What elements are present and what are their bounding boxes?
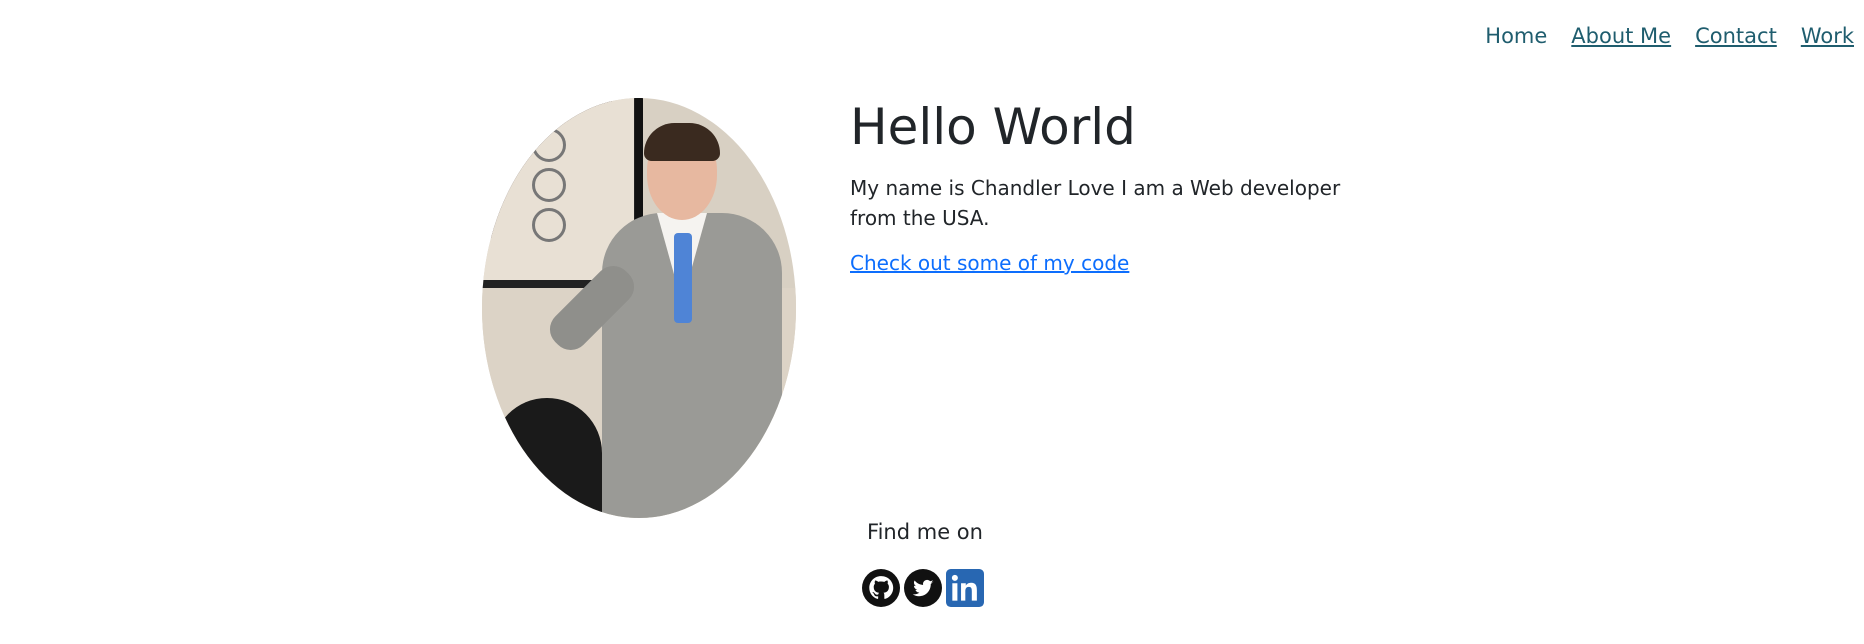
nav-item-contact[interactable]: Contact xyxy=(1695,24,1777,48)
find-me-label: Find me on xyxy=(867,520,983,544)
page: Home About Me Contact Work Hello World M… xyxy=(0,0,1864,644)
nav-item-home[interactable]: Home xyxy=(1485,24,1547,48)
profile-photo xyxy=(482,98,796,518)
top-nav: Home About Me Contact Work xyxy=(1485,24,1854,48)
social-links xyxy=(862,569,984,607)
nav-item-work[interactable]: Work xyxy=(1801,24,1854,48)
intro-description: My name is Chandler Love I am a Web deve… xyxy=(850,176,1341,230)
github-icon[interactable] xyxy=(862,569,900,607)
nav-item-about-me[interactable]: About Me xyxy=(1571,24,1671,48)
page-title: Hello World xyxy=(850,98,1136,156)
linkedin-icon[interactable] xyxy=(946,569,984,607)
code-link[interactable]: Check out some of my code xyxy=(850,251,1129,275)
twitter-icon[interactable] xyxy=(904,569,942,607)
intro-section: Hello World My name is Chandler Love I a… xyxy=(850,98,1350,276)
